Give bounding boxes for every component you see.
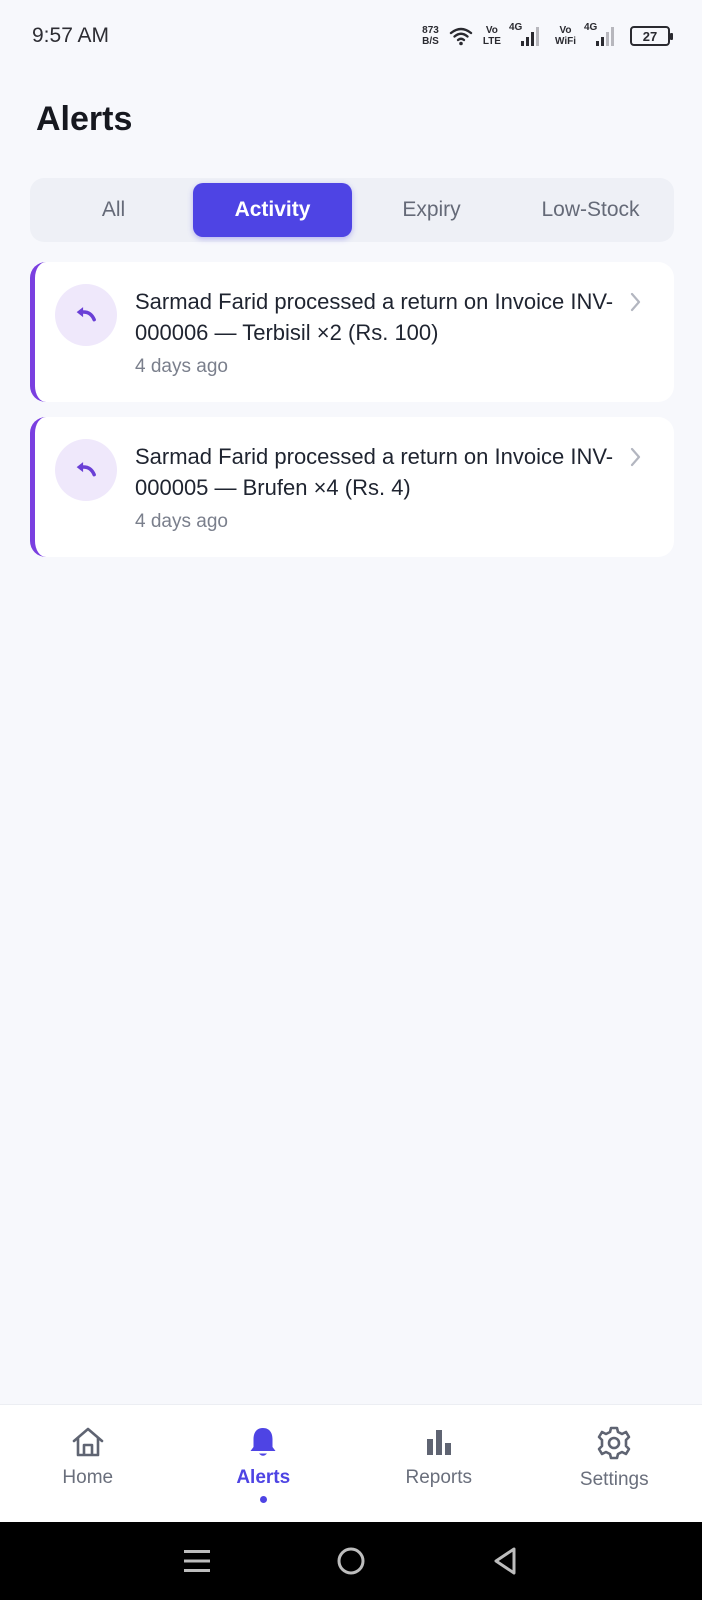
battery-icon: 27 <box>630 26 673 46</box>
home-button[interactable] <box>331 1541 371 1581</box>
alert-item[interactable]: Sarmad Farid processed a return on Invoi… <box>30 262 674 402</box>
alert-body: Sarmad Farid processed a return on Invoi… <box>135 439 626 533</box>
alert-tabs: All Activity Expiry Low-Stock <box>30 178 674 242</box>
signal-icon: 4G <box>509 22 545 46</box>
page-title: Alerts <box>36 100 133 138</box>
vowifi-top: Vo <box>559 25 572 36</box>
chevron-right-icon <box>626 284 646 378</box>
network-type-2: 4G <box>584 22 598 33</box>
tab-low-stock[interactable]: Low-Stock <box>511 183 670 237</box>
network-speed-value: 873 <box>422 25 439 36</box>
wifi-icon <box>449 27 473 46</box>
nav-reports-label: Reports <box>405 1467 473 1488</box>
home-icon <box>72 1427 104 1457</box>
vowifi-indicator: Vo WiFi <box>555 25 576 47</box>
chevron-right-icon <box>626 439 646 533</box>
status-indicators: 873 B/S Vo LTE 4G Vo WiFi 4G 27 <box>422 22 673 47</box>
menu-icon <box>184 1550 210 1572</box>
bottom-navigation: Home Alerts Reports Settings <box>0 1404 702 1522</box>
bar-chart-icon <box>426 1430 451 1455</box>
alert-message: Sarmad Farid processed a return on Invoi… <box>135 444 614 500</box>
network-speed: 873 B/S <box>422 25 439 47</box>
active-indicator-dot <box>259 1496 267 1503</box>
alert-list: Sarmad Farid processed a return on Invoi… <box>30 262 674 572</box>
recent-apps-button[interactable] <box>177 1541 217 1581</box>
status-time: 9:57 AM <box>32 24 110 47</box>
system-navigation-bar <box>0 1522 702 1600</box>
nav-settings-label: Settings <box>579 1469 649 1490</box>
nav-home[interactable]: Home <box>0 1405 176 1522</box>
nav-alerts-label: Alerts <box>236 1467 291 1488</box>
network-type-1: 4G <box>508 22 523 33</box>
nav-reports[interactable]: Reports <box>351 1405 527 1522</box>
nav-settings[interactable]: Settings <box>527 1405 702 1522</box>
alert-timestamp: 4 days ago <box>135 511 228 532</box>
tab-all[interactable]: All <box>34 183 193 237</box>
volte-top: Vo <box>485 25 498 36</box>
network-speed-unit: B/S <box>422 36 439 47</box>
battery-level: 27 <box>642 28 658 44</box>
volte-indicator: Vo LTE <box>483 25 501 47</box>
undo-icon <box>76 307 96 322</box>
tab-activity[interactable]: Activity <box>193 183 352 237</box>
volte-bottom: LTE <box>482 36 501 47</box>
nav-home-label: Home <box>62 1467 114 1488</box>
alert-icon-badge <box>55 284 117 346</box>
signal-icon-2: 4G <box>584 22 620 46</box>
alert-icon-badge <box>55 439 117 501</box>
alert-body: Sarmad Farid processed a return on Invoi… <box>135 284 626 378</box>
status-bar: 9:57 AM 873 B/S Vo LTE 4G Vo WiFi 4G 27 <box>0 0 702 72</box>
undo-icon <box>76 462 96 477</box>
alert-message: Sarmad Farid processed a return on Invoi… <box>135 289 614 345</box>
gear-icon <box>597 1426 631 1460</box>
alert-item[interactable]: Sarmad Farid processed a return on Invoi… <box>30 417 674 557</box>
nav-alerts[interactable]: Alerts <box>176 1405 352 1522</box>
alert-timestamp: 4 days ago <box>135 356 228 377</box>
tab-expiry[interactable]: Expiry <box>352 183 511 237</box>
back-triangle-icon <box>494 1547 516 1575</box>
bell-icon <box>250 1428 276 1456</box>
vowifi-bottom: WiFi <box>554 36 576 47</box>
circle-icon <box>337 1547 365 1575</box>
back-button[interactable] <box>485 1541 525 1581</box>
